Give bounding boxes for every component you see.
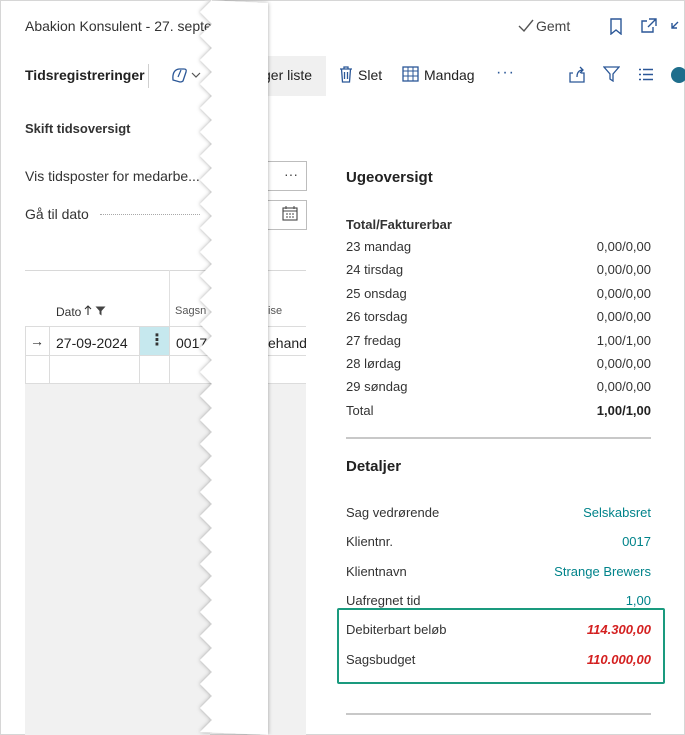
- trash-icon[interactable]: [339, 66, 353, 83]
- detail-value-sagsbudget: 110.000,00: [586, 652, 651, 667]
- highlight-box: [337, 608, 665, 684]
- window-title: Abakion Konsulent - 27. septe: [25, 18, 212, 34]
- sort-ascending-icon: [84, 305, 92, 315]
- detail-value-sag-link[interactable]: Selskabsret: [583, 505, 651, 520]
- collapse-icon[interactable]: [670, 20, 685, 36]
- goto-date-label: Gå til dato: [25, 206, 89, 222]
- week-row-value: 0,00/0,00: [596, 285, 651, 301]
- detail-label-sag: Sag vedrørende: [346, 505, 440, 520]
- week-row-label: 25 onsdag: [346, 285, 407, 301]
- week-row-label: 24 tirsdag: [346, 262, 404, 278]
- detail-value-debiterbart: 114.300,00: [586, 622, 651, 637]
- factbox-toggle-icon[interactable]: [671, 67, 685, 83]
- week-total-value: 1,00/1,00: [596, 403, 651, 418]
- delete-button[interactable]: Slet: [358, 67, 382, 83]
- detaljer-bottom-divider: [346, 713, 651, 715]
- week-row-label: 27 fredag: [346, 332, 401, 348]
- more-options-button[interactable]: ···: [496, 64, 515, 82]
- checkmark-icon: [518, 19, 534, 33]
- column-header-dato-label: Dato: [56, 305, 82, 319]
- ugeoversigt-title[interactable]: Ugeoversigt: [346, 169, 433, 186]
- detail-label-klientnavn: Klientnavn: [346, 564, 407, 579]
- current-row-indicator: →: [30, 333, 44, 349]
- detail-label-sagsbudget: Sagsbudget: [346, 652, 416, 667]
- torn-edge-separator: [200, 0, 272, 735]
- col-border-1: [49, 326, 50, 384]
- ugeoversigt-divider: [346, 437, 651, 439]
- week-row-label: 26 torsdag: [346, 309, 408, 325]
- date-picker-icon[interactable]: [282, 206, 298, 221]
- row-menu-icon[interactable]: ⋮: [149, 330, 165, 350]
- section-title-skift[interactable]: Skift tidsoversigt: [25, 121, 130, 136]
- detaljer-title[interactable]: Detaljer: [346, 458, 401, 475]
- calendar-button[interactable]: Mandag: [424, 67, 475, 83]
- week-row-label: 28 lørdag: [346, 356, 401, 371]
- share-icon[interactable]: [568, 66, 586, 83]
- week-row-value: 0,00/0,00: [596, 379, 651, 395]
- column-divider: [169, 270, 170, 326]
- calendar-icon[interactable]: [402, 66, 419, 82]
- detail-value-klientnavn-link[interactable]: Strange Brewers: [554, 564, 651, 579]
- week-row-value: 0,00/0,00: [596, 309, 651, 325]
- week-row-label: 23 mandag: [346, 239, 412, 254]
- week-row-value: 0,00/0,00: [596, 356, 651, 371]
- screenshot-frame: Abakion Konsulent - 27. septe Gemt Tidsr…: [0, 0, 685, 735]
- detail-label-debiterbart: Debiterbart beløb: [346, 622, 447, 637]
- toolbar-separator: [148, 64, 149, 88]
- col-border-3: [169, 326, 170, 384]
- column-header-dato[interactable]: Dato: [56, 304, 106, 319]
- page-tab-title[interactable]: Tidsregistreringer: [25, 67, 145, 83]
- week-row-value: 0,00/0,00: [596, 239, 651, 254]
- week-row-label: 29 søndag: [346, 379, 408, 395]
- list-view-icon[interactable]: [638, 68, 654, 81]
- employee-lookup-button[interactable]: ···: [284, 166, 298, 182]
- goto-date-leader: [100, 214, 200, 215]
- saved-label: Gemt: [536, 18, 571, 34]
- bookmark-icon[interactable]: [609, 18, 623, 35]
- filter-icon[interactable]: [603, 66, 620, 82]
- row-date-cell[interactable]: 27-09-2024: [56, 335, 128, 351]
- detail-label-klientnr: Klientnr.: [346, 534, 393, 549]
- employee-filter-label: Vis tidsposter for medarbe...: [25, 168, 200, 184]
- week-row-value: 1,00/1,00: [596, 332, 651, 348]
- empty-list-area: [25, 384, 210, 735]
- detail-value-uafregnet-link[interactable]: 1,00: [626, 593, 651, 608]
- detail-label-uafregnet: Uafregnet tid: [346, 593, 421, 608]
- ugeoversigt-header-label: Total/Fakturerbar: [346, 217, 452, 232]
- column-filter-icon: [95, 306, 106, 316]
- week-row-value: 0,00/0,00: [596, 262, 651, 278]
- open-new-window-icon[interactable]: [640, 18, 657, 34]
- week-total-label: Total: [346, 403, 374, 418]
- detail-value-klientnr-link[interactable]: 0017: [622, 534, 651, 549]
- row-border-left: [25, 326, 26, 384]
